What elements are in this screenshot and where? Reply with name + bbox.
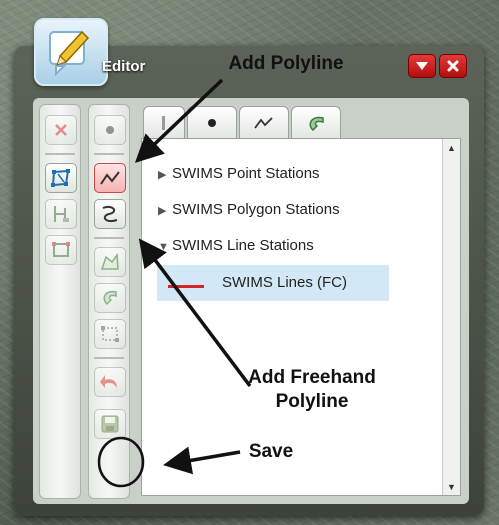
arrow-add-polyline [134,78,224,163]
arrow-add-freehand [138,238,252,388]
annotation-add-polyline: Add Polyline [228,53,344,74]
save-highlight-circle [97,436,145,488]
annotation-add-freehand-line2: Polyline [275,391,349,412]
annotation-add-freehand-line1: Add Freehand [248,367,376,388]
arrow-save [163,446,241,475]
annotation-save: Save [248,441,294,462]
